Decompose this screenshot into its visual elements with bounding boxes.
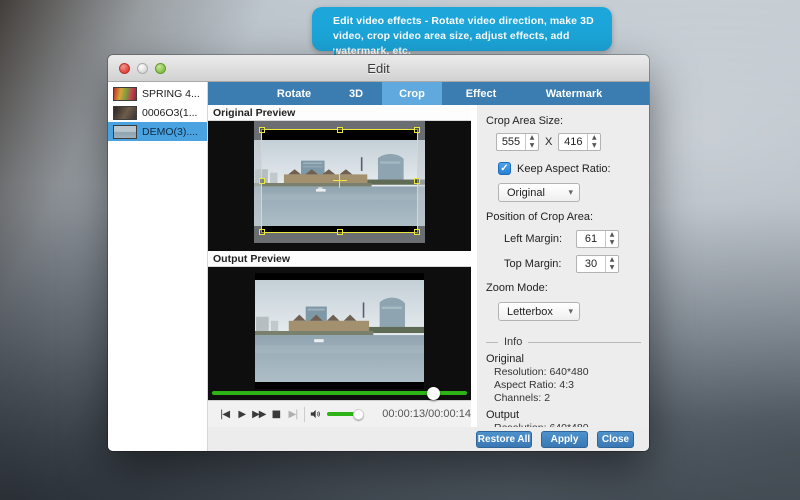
crop-area-size-label: Crop Area Size: <box>486 115 641 127</box>
crop-handle-bottom-middle[interactable] <box>337 229 343 235</box>
video-scene <box>255 280 424 382</box>
aspect-ratio-dropdown[interactable]: Original ▾ <box>498 183 580 202</box>
desktop-background: Edit video effects - Rotate video direct… <box>0 0 800 500</box>
speaker-icon[interactable] <box>310 408 321 420</box>
output-preview-area <box>208 267 471 400</box>
title-bar[interactable]: Edit <box>108 55 649 82</box>
output-preview-header: Output Preview <box>208 251 471 267</box>
crop-handle-bottom-left[interactable] <box>259 229 265 235</box>
crop-height-value[interactable]: 416 <box>559 134 587 150</box>
restore-all-button[interactable]: Restore All <box>476 431 532 448</box>
apply-button[interactable]: Apply <box>541 431 588 448</box>
transport-controls: |◀ ▶ ▶▶ ■ ▶| <box>208 400 471 427</box>
volume-slider-knob[interactable] <box>353 409 364 420</box>
volume-slider[interactable] <box>327 412 364 416</box>
window-title: Edit <box>108 61 649 76</box>
crop-selection-rect[interactable] <box>261 129 418 233</box>
footer-bar: Restore All Apply Close <box>208 427 649 451</box>
crop-height-stepper[interactable]: 416 ▲ ▼ <box>558 133 601 151</box>
tab-crop[interactable]: Crop <box>382 82 442 105</box>
edit-tab-bar: Rotate 3D Crop Effect Watermark <box>208 82 649 105</box>
position-of-crop-area-label: Position of Crop Area: <box>486 211 641 223</box>
skip-back-button[interactable]: |◀ <box>216 409 233 420</box>
zoom-mode-label: Zoom Mode: <box>486 282 641 294</box>
preview-column: Original Preview <box>208 105 471 427</box>
stepper-down-icon[interactable]: ▼ <box>606 239 618 247</box>
crop-width-value[interactable]: 555 <box>497 134 525 150</box>
stepper-down-icon[interactable]: ▼ <box>606 264 618 272</box>
file-name: SPRING 4... <box>142 88 200 100</box>
size-separator-label: X <box>545 136 552 148</box>
crop-handle-top-left[interactable] <box>259 127 265 133</box>
crop-settings-panel: Crop Area Size: 555 ▲ ▼ X <box>477 105 649 427</box>
tab-watermark[interactable]: Watermark <box>520 82 628 105</box>
tab-effect[interactable]: Effect <box>442 82 520 105</box>
aspect-ratio-value: Original <box>507 187 545 199</box>
seek-slider[interactable] <box>212 391 467 395</box>
info-row: Resolution: 640*480 <box>494 366 641 378</box>
video-thumbnail <box>113 106 137 120</box>
top-margin-value[interactable]: 30 <box>577 256 605 272</box>
video-thumbnail <box>113 87 137 101</box>
time-display: 00:00:13/00:00:14 <box>382 408 471 420</box>
stepper-down-icon[interactable]: ▼ <box>526 142 538 150</box>
original-video-frame <box>254 121 425 243</box>
crop-handle-middle-left[interactable] <box>259 178 265 184</box>
crop-handle-bottom-right[interactable] <box>414 229 420 235</box>
chevron-down-icon: ▾ <box>568 307 573 317</box>
controls-divider <box>304 407 305 422</box>
left-margin-stepper[interactable]: 61 ▲ ▼ <box>576 230 619 248</box>
file-list-sidebar: SPRING 4... 0006O3(1... DEMO(3).... <box>108 82 208 451</box>
close-button[interactable]: Close <box>597 431 634 448</box>
keep-aspect-ratio-checkbox[interactable]: ✓ <box>498 162 511 175</box>
chevron-down-icon: ▾ <box>568 188 573 198</box>
stepper-up-icon[interactable]: ▲ <box>606 256 618 264</box>
info-output-header: Output <box>486 409 641 421</box>
info-row: Aspect Ratio: 4:3 <box>494 379 641 391</box>
zoom-mode-value: Letterbox <box>507 306 553 318</box>
seek-slider-knob[interactable] <box>427 387 440 400</box>
tab-3d[interactable]: 3D <box>330 82 382 105</box>
stepper-up-icon[interactable]: ▲ <box>606 231 618 239</box>
info-row: Channels: 2 <box>494 392 641 404</box>
stepper-down-icon[interactable]: ▼ <box>588 142 600 150</box>
crop-center-cross-icon[interactable] <box>333 174 347 188</box>
top-margin-label: Top Margin: <box>504 258 576 270</box>
info-original-header: Original <box>486 353 641 365</box>
output-video-frame <box>255 273 424 389</box>
original-preview-header: Original Preview <box>208 105 471 121</box>
callout-tooltip: Edit video effects - Rotate video direct… <box>312 7 612 51</box>
file-list-item[interactable]: SPRING 4... <box>108 84 207 103</box>
file-list-item-selected[interactable]: DEMO(3).... <box>108 122 207 141</box>
file-list-item[interactable]: 0006O3(1... <box>108 103 207 122</box>
play-button[interactable]: ▶ <box>233 409 250 420</box>
video-thumbnail <box>113 125 137 139</box>
top-margin-stepper[interactable]: 30 ▲ ▼ <box>576 255 619 273</box>
stepper-up-icon[interactable]: ▲ <box>526 134 538 142</box>
left-margin-label: Left Margin: <box>504 233 576 245</box>
tab-rotate[interactable]: Rotate <box>258 82 330 105</box>
crop-width-stepper[interactable]: 555 ▲ ▼ <box>496 133 539 151</box>
fast-forward-button[interactable]: ▶▶ <box>250 409 267 420</box>
crop-handle-top-middle[interactable] <box>337 127 343 133</box>
stop-button[interactable]: ■ <box>267 409 284 420</box>
left-margin-value[interactable]: 61 <box>577 231 605 247</box>
crop-handle-top-right[interactable] <box>414 127 420 133</box>
info-section-divider: Info <box>486 336 641 348</box>
zoom-mode-dropdown[interactable]: Letterbox ▾ <box>498 302 580 321</box>
crop-handle-middle-right[interactable] <box>414 178 420 184</box>
file-name: 0006O3(1... <box>142 107 197 119</box>
stepper-up-icon[interactable]: ▲ <box>588 134 600 142</box>
info-title: Info <box>504 336 522 348</box>
keep-aspect-ratio-label: Keep Aspect Ratio: <box>517 163 611 175</box>
edit-window: Edit SPRING 4... 0006O3(1... DEMO(3).... <box>108 55 649 451</box>
file-name: DEMO(3).... <box>142 126 198 138</box>
skip-forward-button[interactable]: ▶| <box>284 409 301 420</box>
original-preview-area <box>208 121 471 251</box>
